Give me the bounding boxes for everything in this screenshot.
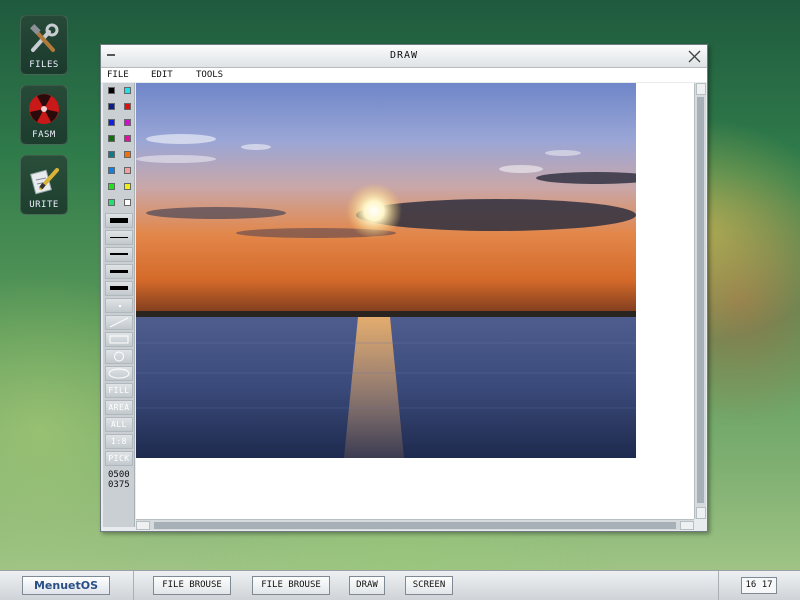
scroll-left-button[interactable] — [136, 521, 150, 530]
taskbar-item-screen[interactable]: SCREEN — [405, 576, 453, 595]
color-swatch[interactable] — [124, 183, 131, 190]
horizontal-scroll-thumb[interactable] — [154, 522, 676, 529]
select-all-tool[interactable]: ALL — [105, 417, 133, 432]
image-height-readout: 0375 — [108, 480, 130, 490]
line-tool[interactable] — [105, 315, 133, 330]
menu-bar: FILE EDIT TOOLS — [101, 68, 707, 82]
menu-tools[interactable]: TOOLS — [196, 70, 223, 80]
circle-icon — [114, 351, 124, 362]
write-pencil-icon — [30, 168, 59, 195]
menu-file[interactable]: FILE — [107, 70, 129, 80]
scroll-up-button[interactable] — [696, 83, 706, 95]
color-swatch[interactable] — [124, 103, 131, 110]
fill-tool[interactable]: FILL — [105, 383, 133, 398]
point-tool[interactable] — [105, 298, 133, 313]
line-width-2-tool[interactable] — [105, 230, 133, 245]
color-swatch[interactable] — [108, 135, 115, 142]
color-swatch[interactable] — [108, 167, 115, 174]
color-swatch[interactable] — [124, 87, 131, 94]
color-swatch[interactable] — [124, 199, 131, 206]
color-swatch[interactable] — [108, 151, 115, 158]
toolbox: FILL AREA ALL 1:8 PICK 0500 0375 — [103, 83, 135, 527]
color-swatch[interactable] — [124, 167, 131, 174]
scroll-down-button[interactable] — [696, 507, 706, 519]
rectangle-icon — [109, 335, 129, 344]
taskbar-divider — [718, 571, 719, 600]
sunset-photo — [136, 83, 636, 458]
tools-icon — [30, 23, 59, 52]
scroll-right-button[interactable] — [680, 521, 694, 530]
window-titlebar[interactable]: DRAW — [101, 45, 707, 68]
taskbar-item-file-browse-2[interactable]: FILE BROUSE — [252, 576, 330, 595]
desktop-icon-label: URITE — [29, 200, 59, 210]
taskbar: MenuetOS FILE BROUSE FILE BROUSE DRAW SC… — [0, 570, 800, 600]
desktop-icon-label: FASM — [32, 130, 56, 140]
start-menu-button[interactable]: MenuetOS — [22, 576, 110, 595]
draw-window: DRAW FILE EDIT TOOLS FILL AREA ALL 1:8 P… — [100, 44, 708, 532]
ellipse-icon — [108, 368, 130, 379]
color-swatch[interactable] — [108, 103, 115, 110]
menu-edit[interactable]: EDIT — [151, 70, 173, 80]
rectangle-tool[interactable] — [105, 332, 133, 347]
color-swatch[interactable] — [108, 183, 115, 190]
desktop-icon-fasm[interactable]: FASM — [20, 85, 68, 145]
image-width-readout: 0500 — [108, 470, 130, 480]
line-width-1-tool[interactable] — [105, 213, 133, 228]
taskbar-item-file-browse-1[interactable]: FILE BROUSE — [153, 576, 231, 595]
line-width-5-tool[interactable] — [105, 281, 133, 296]
circle-tool[interactable] — [105, 349, 133, 364]
clock: 16 17 — [741, 577, 777, 594]
line-width-4-tool[interactable] — [105, 264, 133, 279]
color-swatch[interactable] — [108, 119, 115, 126]
zoom-tool[interactable]: 1:8 — [105, 434, 133, 449]
color-swatch[interactable] — [124, 151, 131, 158]
desktop-icon-label: FILES — [29, 60, 59, 70]
drawing-canvas[interactable] — [136, 83, 694, 519]
line-icon — [109, 317, 129, 328]
window-title: DRAW — [389, 50, 419, 61]
desktop-icon-write[interactable]: URITE — [20, 155, 68, 215]
horizontal-scrollbar[interactable] — [136, 519, 694, 530]
area-tool[interactable]: AREA — [105, 400, 133, 415]
fasm-logo-icon — [29, 94, 59, 124]
taskbar-item-draw[interactable]: DRAW — [349, 576, 385, 595]
color-swatch[interactable] — [124, 119, 131, 126]
desktop-icon-files[interactable]: FILES — [20, 15, 68, 75]
pick-color-tool[interactable]: PICK — [105, 451, 133, 466]
ellipse-tool[interactable] — [105, 366, 133, 381]
line-width-3-tool[interactable] — [105, 247, 133, 262]
color-swatch[interactable] — [108, 87, 115, 94]
close-icon[interactable] — [688, 50, 701, 63]
color-swatch[interactable] — [124, 135, 131, 142]
vertical-scroll-thumb[interactable] — [697, 97, 704, 503]
taskbar-divider — [133, 571, 134, 600]
color-swatch[interactable] — [108, 199, 115, 206]
vertical-scrollbar[interactable] — [694, 83, 706, 519]
